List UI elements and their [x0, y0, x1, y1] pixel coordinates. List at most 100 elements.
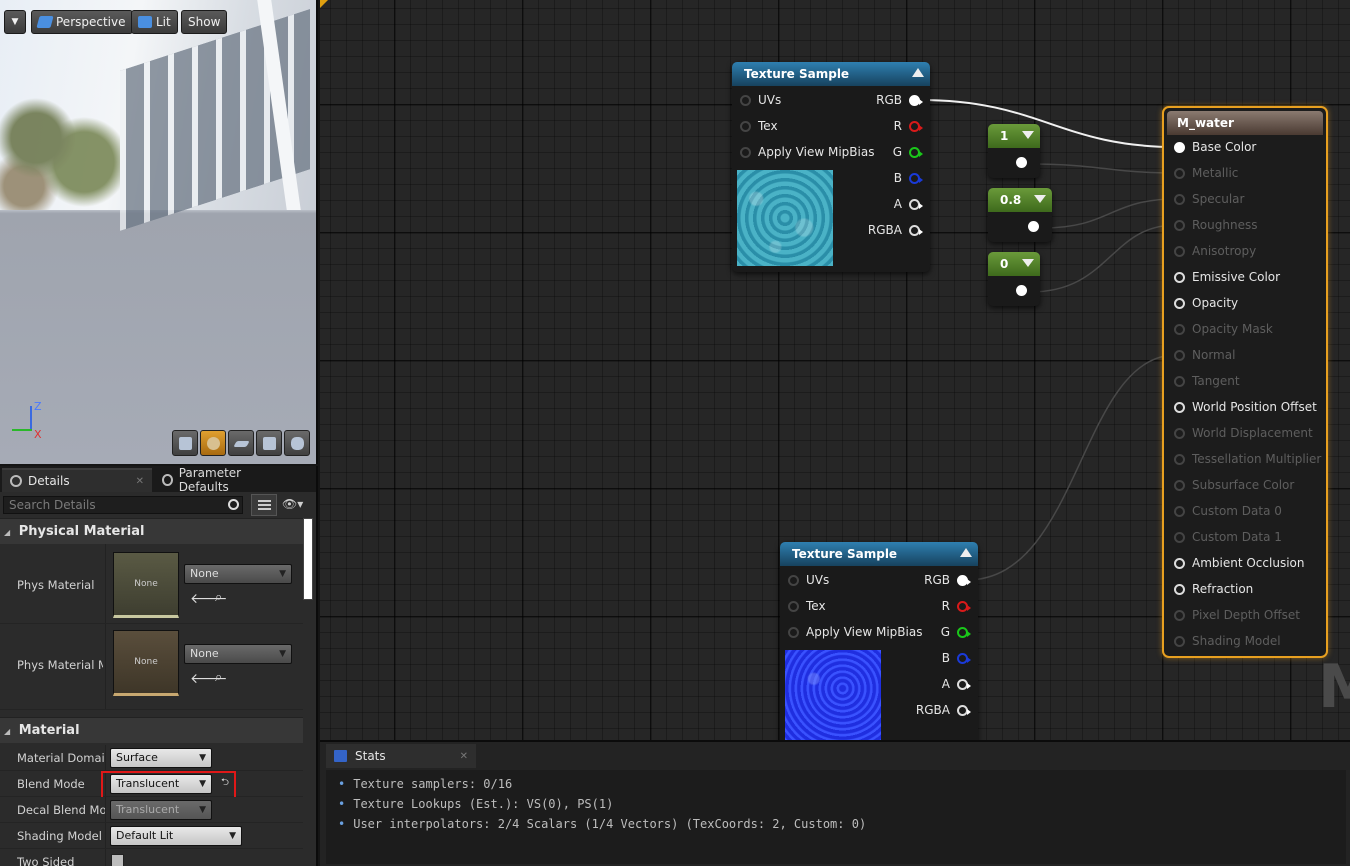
output-rgb[interactable]: RGB	[924, 573, 971, 587]
output-rgb[interactable]: RGB	[876, 93, 923, 107]
output-pin-icon[interactable]	[1028, 221, 1039, 232]
tab-details[interactable]: Details ✕	[2, 468, 152, 492]
output-pin-icon[interactable]	[1016, 157, 1027, 168]
output-a[interactable]: A	[894, 197, 923, 211]
material-graph-canvas[interactable]: Texture Sample UVs Tex Apply View MipBia…	[320, 0, 1350, 740]
viewport-menu-button[interactable]: ▼	[4, 10, 26, 34]
output-g[interactable]: G	[893, 145, 923, 159]
search-details-input[interactable]: Search Details	[3, 496, 243, 514]
node-header[interactable]: Texture Sample	[732, 62, 930, 86]
result-pin-custom-data-0[interactable]: Custom Data 0	[1174, 504, 1282, 518]
output-b[interactable]: B	[942, 651, 971, 665]
result-pin-metallic[interactable]: Metallic	[1174, 166, 1238, 180]
pin-icon	[1174, 479, 1185, 491]
pin-icon	[788, 600, 799, 612]
phys-material-mask-thumbnail[interactable]: None	[113, 630, 179, 696]
result-pin-world-displacement[interactable]: World Displacement	[1174, 426, 1313, 440]
result-pin-subsurface-color[interactable]: Subsurface Color	[1174, 478, 1294, 492]
result-node-header[interactable]: M_water	[1167, 111, 1323, 135]
result-pin-world-position-offset[interactable]: World Position Offset	[1174, 400, 1317, 414]
result-pin-tangent[interactable]: Tangent	[1174, 374, 1240, 388]
constant-node-0-8[interactable]: 0.8	[988, 188, 1052, 242]
result-pin-opacity[interactable]: Opacity	[1174, 296, 1238, 310]
result-pin-emissive-color[interactable]: Emissive Color	[1174, 270, 1280, 284]
pin-icon	[957, 626, 971, 638]
list-view-button[interactable]	[251, 494, 277, 516]
input-uvs[interactable]: UVs	[788, 573, 829, 587]
show-button[interactable]: Show	[181, 10, 228, 34]
input-mipbias[interactable]: Apply View MipBias	[740, 145, 874, 159]
result-pin-specular[interactable]: Specular	[1174, 192, 1244, 206]
details-scrollbar[interactable]	[303, 518, 313, 600]
close-icon[interactable]: ✕	[136, 476, 144, 487]
output-rgba[interactable]: RGBA	[916, 703, 971, 717]
result-pin-ambient-occlusion[interactable]: Ambient Occlusion	[1174, 556, 1304, 570]
lit-button[interactable]: Lit	[131, 10, 178, 34]
stat-line: • Texture samplers: 0/16	[338, 777, 513, 791]
result-pin-base-color[interactable]: Base Color	[1174, 140, 1256, 154]
perspective-button[interactable]: Perspective	[31, 10, 133, 34]
preview-plane-button[interactable]	[228, 430, 254, 456]
close-icon[interactable]: ✕	[460, 751, 468, 762]
browse-search-icon[interactable]: ⌕	[215, 670, 222, 685]
texture-sample-node-normal[interactable]: Texture Sample UVs Tex Apply View MipBia…	[780, 542, 978, 740]
output-b[interactable]: B	[894, 171, 923, 185]
result-pin-opacity-mask[interactable]: Opacity Mask	[1174, 322, 1273, 336]
tab-parameter-defaults[interactable]: Parameter Defaults	[154, 468, 284, 492]
output-a[interactable]: A	[942, 677, 971, 691]
tab-stats[interactable]: Stats ✕	[326, 744, 476, 768]
collapse-icon[interactable]	[1022, 131, 1034, 139]
material-result-node[interactable]: M_water Base Color Metallic Specular Roughn…	[1162, 106, 1328, 658]
phys-material-mask-dropdown[interactable]: None	[184, 644, 292, 664]
output-pin-icon[interactable]	[1016, 285, 1027, 296]
blend-mode-highlight	[101, 771, 236, 799]
result-pin-refraction[interactable]: Refraction	[1174, 582, 1253, 596]
collapse-icon[interactable]	[1034, 195, 1046, 203]
pin-icon	[909, 172, 923, 184]
input-tex[interactable]: Tex	[788, 599, 826, 613]
browse-search-icon[interactable]: ⌕	[215, 590, 222, 605]
pin-icon	[1174, 635, 1185, 647]
category-label: Physical Material	[18, 524, 145, 539]
category-material[interactable]: Material	[0, 717, 303, 743]
input-tex[interactable]: Tex	[740, 119, 778, 133]
result-pin-anisotropy[interactable]: Anisotropy	[1174, 244, 1256, 258]
category-label: Material	[18, 723, 80, 738]
material-preview-viewport[interactable]: ▼ Perspective Lit Show Z X	[0, 0, 318, 464]
collapse-icon[interactable]	[1022, 259, 1034, 267]
preview-sphere-button[interactable]	[200, 430, 226, 456]
shading-model-dropdown[interactable]: Default Lit	[110, 826, 242, 846]
result-pin-tessellation-multiplier[interactable]: Tessellation Multiplier	[1174, 452, 1321, 466]
decal-blend-mode-row: Decal Blend Mode Translucent	[0, 797, 303, 823]
category-physical-material[interactable]: Physical Material	[0, 518, 303, 544]
input-mipbias[interactable]: Apply View MipBias	[788, 625, 922, 639]
preview-mesh-button[interactable]	[284, 430, 310, 456]
phys-material-thumbnail[interactable]: None	[113, 552, 179, 618]
two-sided-checkbox[interactable]	[111, 854, 124, 866]
preview-cylinder-button[interactable]	[172, 430, 198, 456]
visibility-options-button[interactable]: 👁▾	[282, 497, 312, 513]
material-domain-dropdown[interactable]: Surface	[110, 748, 212, 768]
node-header[interactable]: Texture Sample	[780, 542, 978, 566]
output-g[interactable]: G	[941, 625, 971, 639]
phys-material-dropdown[interactable]: None	[184, 564, 292, 584]
pin-icon	[909, 224, 923, 236]
collapse-icon[interactable]	[912, 68, 924, 77]
pin-icon	[740, 146, 751, 158]
constant-node-1[interactable]: 1	[988, 124, 1040, 178]
output-r[interactable]: R	[894, 119, 923, 133]
result-pin-custom-data-1[interactable]: Custom Data 1	[1174, 530, 1282, 544]
texture-sample-node-water[interactable]: Texture Sample UVs Tex Apply View MipBia…	[732, 62, 930, 272]
result-pin-shading-model[interactable]: Shading Model	[1174, 634, 1281, 648]
output-r[interactable]: R	[942, 599, 971, 613]
result-pin-roughness[interactable]: Roughness	[1174, 218, 1257, 232]
pin-icon	[1174, 609, 1185, 621]
preview-cube-button[interactable]	[256, 430, 282, 456]
collapse-icon[interactable]	[960, 548, 972, 557]
input-uvs[interactable]: UVs	[740, 93, 781, 107]
material-name: M_water	[1177, 116, 1234, 130]
constant-node-0[interactable]: 0	[988, 252, 1040, 306]
result-pin-normal[interactable]: Normal	[1174, 348, 1235, 362]
result-pin-pixel-depth-offset[interactable]: Pixel Depth Offset	[1174, 608, 1300, 622]
output-rgba[interactable]: RGBA	[868, 223, 923, 237]
